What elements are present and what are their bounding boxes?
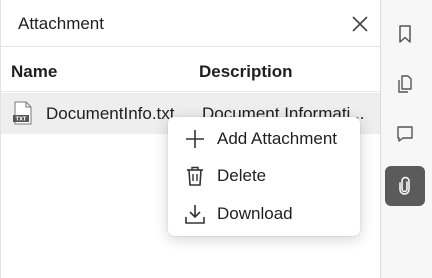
plus-icon	[186, 130, 204, 148]
menu-item-label: Add Attachment	[217, 129, 338, 148]
menu-item-label: Download	[217, 204, 293, 223]
panel-title: Attachment	[18, 14, 104, 33]
bookmark-icon	[399, 25, 411, 43]
context-menu: Add Attachment Delete Download	[168, 117, 360, 236]
panel-header: Attachment	[1, 0, 381, 47]
comments-button[interactable]	[385, 114, 425, 154]
menu-item-download[interactable]: Download	[168, 196, 360, 232]
file-name: DocumentInfo.txt	[46, 104, 175, 123]
download-icon	[185, 205, 205, 224]
trash-icon	[187, 166, 203, 186]
pages-icon	[398, 75, 412, 93]
paperclip-icon	[399, 176, 410, 195]
close-button[interactable]	[347, 11, 373, 37]
menu-item-add-attachment[interactable]: Add Attachment	[168, 121, 360, 157]
bookmarks-button[interactable]	[385, 14, 425, 54]
attachments-button[interactable]	[385, 166, 425, 206]
table-header: Name Description	[1, 48, 381, 92]
close-icon	[352, 16, 368, 32]
menu-item-delete[interactable]: Delete	[168, 158, 360, 194]
comment-icon	[397, 126, 413, 142]
right-sidebar	[380, 0, 432, 278]
svg-text:TXT: TXT	[16, 117, 27, 123]
menu-item-label: Delete	[217, 166, 267, 185]
txt-file-icon: TXT	[13, 101, 32, 125]
column-header-name[interactable]: Name	[11, 62, 57, 82]
column-header-description[interactable]: Description	[199, 62, 293, 82]
pages-button[interactable]	[385, 64, 425, 104]
